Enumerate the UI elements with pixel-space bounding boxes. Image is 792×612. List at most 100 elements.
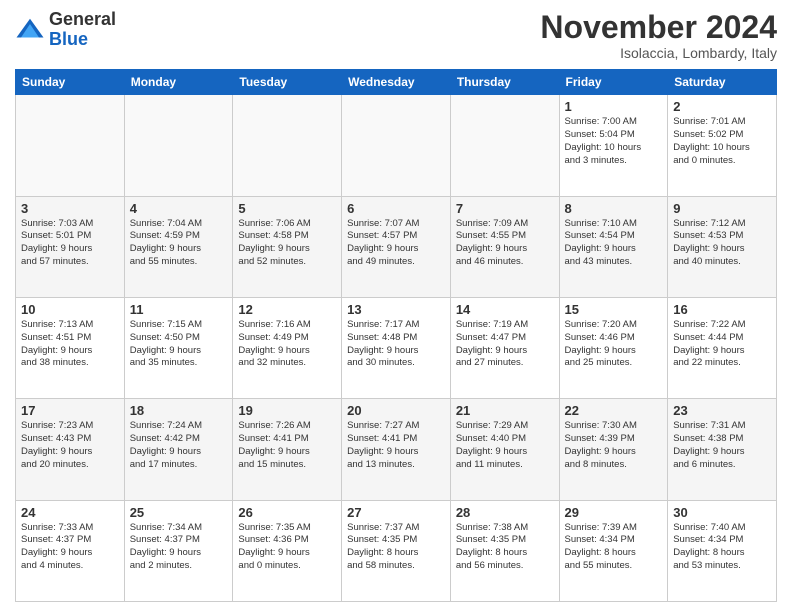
calendar-cell: 29Sunrise: 7:39 AM Sunset: 4:34 PM Dayli…	[559, 500, 668, 601]
day-number: 9	[673, 201, 771, 216]
day-number: 11	[130, 302, 228, 317]
day-number: 24	[21, 505, 119, 520]
week-row-1: 1Sunrise: 7:00 AM Sunset: 5:04 PM Daylig…	[16, 95, 777, 196]
calendar-cell: 9 Sunrise: 7:12 AM Sunset: 4:53 PM Daylig…	[668, 196, 777, 297]
calendar-cell: 23 Sunrise: 7:31 AM Sunset: 4:38 PM Dayli…	[668, 399, 777, 500]
logo-text: General Blue	[49, 10, 116, 50]
day-number: 10	[21, 302, 119, 317]
day-info: Sunrise: 7:22 AM Sunset: 4:44 PM Dayligh…	[673, 319, 771, 370]
title-area: November 2024 Isolaccia, Lombardy, Italy	[540, 10, 777, 61]
calendar-cell: 14 Sunrise: 7:19 AM Sunset: 4:47 PM Dayli…	[450, 297, 559, 398]
day-number: 17	[21, 403, 119, 418]
day-info: Sunrise: 7:09 AM Sunset: 4:55 PM Dayligh…	[456, 218, 554, 269]
day-number: 5	[238, 201, 336, 216]
week-row-3: 10 Sunrise: 7:13 AM Sunset: 4:51 PM Dayli…	[16, 297, 777, 398]
calendar-cell: 4 Sunrise: 7:04 AM Sunset: 4:59 PM Daylig…	[124, 196, 233, 297]
weekday-header-tuesday: Tuesday	[233, 70, 342, 95]
day-number: 2	[673, 99, 771, 114]
calendar-cell: 13 Sunrise: 7:17 AM Sunset: 4:48 PM Dayli…	[342, 297, 451, 398]
calendar-cell	[450, 95, 559, 196]
weekday-header-monday: Monday	[124, 70, 233, 95]
day-info: Sunrise: 7:31 AM Sunset: 4:38 PM Dayligh…	[673, 420, 771, 471]
calendar-cell: 25 Sunrise: 7:34 AM Sunset: 4:37 PM Dayli…	[124, 500, 233, 601]
calendar-cell: 2 Sunrise: 7:01 AM Sunset: 5:02 PM Daylig…	[668, 95, 777, 196]
calendar-cell: 7 Sunrise: 7:09 AM Sunset: 4:55 PM Daylig…	[450, 196, 559, 297]
day-number: 26	[238, 505, 336, 520]
day-info: Sunrise: 7:13 AM Sunset: 4:51 PM Dayligh…	[21, 319, 119, 370]
day-info: Sunrise: 7:23 AM Sunset: 4:43 PM Dayligh…	[21, 420, 119, 471]
day-number: 16	[673, 302, 771, 317]
week-row-5: 24 Sunrise: 7:33 AM Sunset: 4:37 PM Dayli…	[16, 500, 777, 601]
day-info: Sunrise: 7:12 AM Sunset: 4:53 PM Dayligh…	[673, 218, 771, 269]
day-number: 20	[347, 403, 445, 418]
weekday-header-saturday: Saturday	[668, 70, 777, 95]
day-info: Sunrise: 7:04 AM Sunset: 4:59 PM Dayligh…	[130, 218, 228, 269]
calendar-cell: 17 Sunrise: 7:23 AM Sunset: 4:43 PM Dayli…	[16, 399, 125, 500]
calendar-cell: 19Sunrise: 7:26 AM Sunset: 4:41 PM Dayli…	[233, 399, 342, 500]
calendar-cell	[233, 95, 342, 196]
day-info: Sunrise: 7:10 AM Sunset: 4:54 PM Dayligh…	[565, 218, 663, 269]
day-info: Sunrise: 7:24 AM Sunset: 4:42 PM Dayligh…	[130, 420, 228, 471]
day-info: Sunrise: 7:37 AM Sunset: 4:35 PM Dayligh…	[347, 522, 445, 573]
day-info: Sunrise: 7:01 AM Sunset: 5:02 PM Dayligh…	[673, 116, 771, 167]
weekday-header-friday: Friday	[559, 70, 668, 95]
day-number: 28	[456, 505, 554, 520]
day-info: Sunrise: 7:07 AM Sunset: 4:57 PM Dayligh…	[347, 218, 445, 269]
calendar-cell: 20 Sunrise: 7:27 AM Sunset: 4:41 PM Dayli…	[342, 399, 451, 500]
calendar-cell: 22Sunrise: 7:30 AM Sunset: 4:39 PM Dayli…	[559, 399, 668, 500]
day-number: 3	[21, 201, 119, 216]
day-number: 8	[565, 201, 663, 216]
calendar-cell	[16, 95, 125, 196]
day-info: Sunrise: 7:16 AM Sunset: 4:49 PM Dayligh…	[238, 319, 336, 370]
day-info: Sunrise: 7:15 AM Sunset: 4:50 PM Dayligh…	[130, 319, 228, 370]
day-info: Sunrise: 7:03 AM Sunset: 5:01 PM Dayligh…	[21, 218, 119, 269]
logo-icon	[15, 15, 45, 45]
calendar-cell	[124, 95, 233, 196]
calendar-cell: 26 Sunrise: 7:35 AM Sunset: 4:36 PM Dayli…	[233, 500, 342, 601]
day-number: 4	[130, 201, 228, 216]
day-number: 21	[456, 403, 554, 418]
day-number: 13	[347, 302, 445, 317]
calendar-cell: 18 Sunrise: 7:24 AM Sunset: 4:42 PM Dayli…	[124, 399, 233, 500]
location: Isolaccia, Lombardy, Italy	[540, 45, 777, 61]
day-info: Sunrise: 7:19 AM Sunset: 4:47 PM Dayligh…	[456, 319, 554, 370]
day-number: 30	[673, 505, 771, 520]
day-info: Sunrise: 7:20 AM Sunset: 4:46 PM Dayligh…	[565, 319, 663, 370]
logo-blue: Blue	[49, 30, 116, 50]
day-number: 25	[130, 505, 228, 520]
day-number: 14	[456, 302, 554, 317]
day-info: Sunrise: 7:35 AM Sunset: 4:36 PM Dayligh…	[238, 522, 336, 573]
week-row-2: 3 Sunrise: 7:03 AM Sunset: 5:01 PM Daylig…	[16, 196, 777, 297]
calendar-cell	[342, 95, 451, 196]
calendar-cell: 27 Sunrise: 7:37 AM Sunset: 4:35 PM Dayli…	[342, 500, 451, 601]
day-info: Sunrise: 7:38 AM Sunset: 4:35 PM Dayligh…	[456, 522, 554, 573]
weekday-header-thursday: Thursday	[450, 70, 559, 95]
day-info: Sunrise: 7:27 AM Sunset: 4:41 PM Dayligh…	[347, 420, 445, 471]
day-info: Sunrise: 7:39 AM Sunset: 4:34 PM Dayligh…	[565, 522, 663, 573]
weekday-header-row: SundayMondayTuesdayWednesdayThursdayFrid…	[16, 70, 777, 95]
calendar-cell: 21 Sunrise: 7:29 AM Sunset: 4:40 PM Dayli…	[450, 399, 559, 500]
day-number: 18	[130, 403, 228, 418]
day-info: Sunrise: 7:00 AM Sunset: 5:04 PM Dayligh…	[565, 116, 663, 167]
day-number: 23	[673, 403, 771, 418]
calendar-cell: 8 Sunrise: 7:10 AM Sunset: 4:54 PM Daylig…	[559, 196, 668, 297]
header: General Blue November 2024 Isolaccia, Lo…	[15, 10, 777, 61]
calendar-cell: 6Sunrise: 7:07 AM Sunset: 4:57 PM Daylig…	[342, 196, 451, 297]
page: General Blue November 2024 Isolaccia, Lo…	[0, 0, 792, 612]
day-number: 27	[347, 505, 445, 520]
calendar-cell: 30 Sunrise: 7:40 AM Sunset: 4:34 PM Dayli…	[668, 500, 777, 601]
day-number: 19	[238, 403, 336, 418]
day-info: Sunrise: 7:33 AM Sunset: 4:37 PM Dayligh…	[21, 522, 119, 573]
day-info: Sunrise: 7:17 AM Sunset: 4:48 PM Dayligh…	[347, 319, 445, 370]
calendar-cell: 16 Sunrise: 7:22 AM Sunset: 4:44 PM Dayli…	[668, 297, 777, 398]
calendar-cell: 5Sunrise: 7:06 AM Sunset: 4:58 PM Daylig…	[233, 196, 342, 297]
calendar-cell: 3 Sunrise: 7:03 AM Sunset: 5:01 PM Daylig…	[16, 196, 125, 297]
day-info: Sunrise: 7:34 AM Sunset: 4:37 PM Dayligh…	[130, 522, 228, 573]
day-info: Sunrise: 7:29 AM Sunset: 4:40 PM Dayligh…	[456, 420, 554, 471]
day-number: 15	[565, 302, 663, 317]
day-info: Sunrise: 7:40 AM Sunset: 4:34 PM Dayligh…	[673, 522, 771, 573]
day-number: 7	[456, 201, 554, 216]
month-title: November 2024	[540, 10, 777, 45]
calendar-cell: 28 Sunrise: 7:38 AM Sunset: 4:35 PM Dayli…	[450, 500, 559, 601]
calendar-cell: 11 Sunrise: 7:15 AM Sunset: 4:50 PM Dayli…	[124, 297, 233, 398]
